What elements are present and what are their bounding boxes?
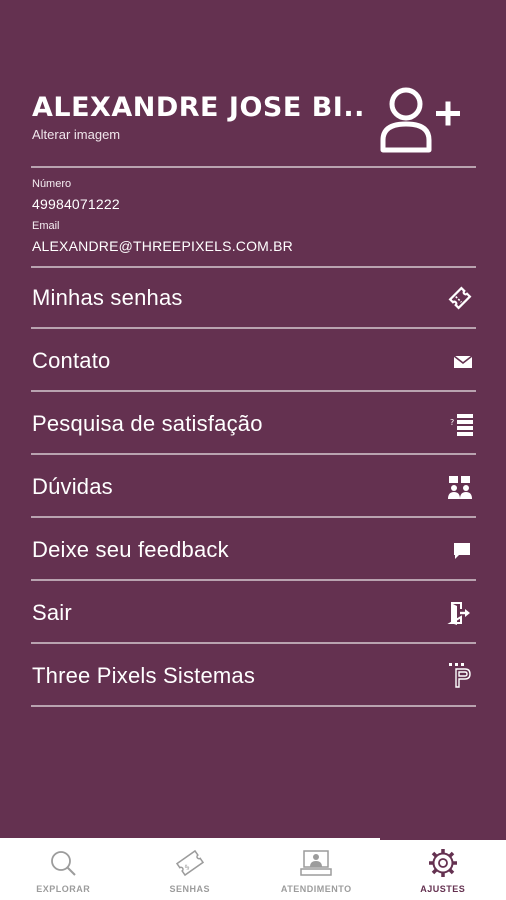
menu-item-label: Pesquisa de satisfação	[32, 411, 263, 436]
threepixels-logo-icon	[449, 663, 471, 688]
menu-item-label: Three Pixels Sistemas	[32, 663, 256, 688]
faq-people-icon	[448, 476, 472, 499]
number-field: Número 49984071222	[32, 178, 120, 212]
menu-item-three-pixels[interactable]: Three Pixels Sistemas	[0, 644, 506, 707]
add-user-icon[interactable]	[378, 84, 464, 154]
email-label: Email	[32, 220, 60, 232]
tab-label: ATENDIMENTO	[280, 884, 352, 894]
menu-item-feedback[interactable]: Deixe seu feedback	[0, 518, 506, 581]
menu-item-label: Minhas senhas	[32, 285, 183, 310]
gear-icon	[428, 849, 457, 877]
bottom-tab-bar: EXPLORAR $ SENHAS ATENDIMENTO AJUSTES	[0, 838, 506, 900]
menu-item-faq[interactable]: Dúvidas	[0, 455, 506, 518]
profile-divider	[31, 166, 476, 168]
menu-item-satisfaction-survey[interactable]: Pesquisa de satisfação ?	[0, 392, 506, 455]
number-value: 49984071222	[32, 196, 120, 212]
number-label: Número	[32, 178, 72, 190]
envelope-icon	[453, 355, 473, 368]
ticket-icon	[448, 286, 472, 310]
exit-door-icon	[447, 602, 470, 625]
profile-header: ALEXANDRE JOSE BI... Alterar imagem	[32, 92, 362, 142]
email-field: Email ALEXANDRE@THREEPIXELS.COM.BR	[32, 220, 293, 254]
tab-settings[interactable]: AJUSTES	[379, 838, 506, 900]
ticket-icon: $	[175, 849, 204, 877]
tab-label: AJUSTES	[420, 884, 466, 894]
menu-item-label: Dúvidas	[32, 474, 113, 499]
chat-bubble-icon	[454, 543, 470, 559]
search-icon	[51, 851, 76, 876]
tab-label: EXPLORAR	[36, 884, 91, 894]
tab-service[interactable]: ATENDIMENTO	[253, 838, 380, 900]
menu-item-logout[interactable]: Sair	[0, 581, 506, 644]
menu-item-contact[interactable]: Contato	[0, 329, 506, 392]
tab-label: SENHAS	[169, 884, 210, 894]
svg-text:?: ?	[450, 418, 454, 427]
tab-tickets[interactable]: $ SENHAS	[127, 838, 254, 900]
profile-name: ALEXANDRE JOSE BI...	[32, 92, 362, 123]
email-value: ALEXANDRE@THREEPIXELS.COM.BR	[32, 238, 293, 254]
menu-item-label: Contato	[32, 348, 111, 373]
menu-item-label: Sair	[32, 600, 72, 625]
tab-explore[interactable]: EXPLORAR	[0, 838, 127, 900]
menu-item-my-tickets[interactable]: Minhas senhas	[0, 266, 506, 329]
menu-divider	[31, 705, 476, 707]
service-desk-icon	[300, 850, 332, 876]
change-image-link[interactable]: Alterar imagem	[32, 127, 362, 142]
settings-screen: ALEXANDRE JOSE BI... Alterar imagem Núme…	[0, 0, 506, 838]
survey-list-icon: ?	[450, 414, 473, 436]
menu-item-label: Deixe seu feedback	[32, 537, 229, 562]
settings-menu: Minhas senhas Contato Pesquisa de satisf…	[0, 266, 506, 707]
